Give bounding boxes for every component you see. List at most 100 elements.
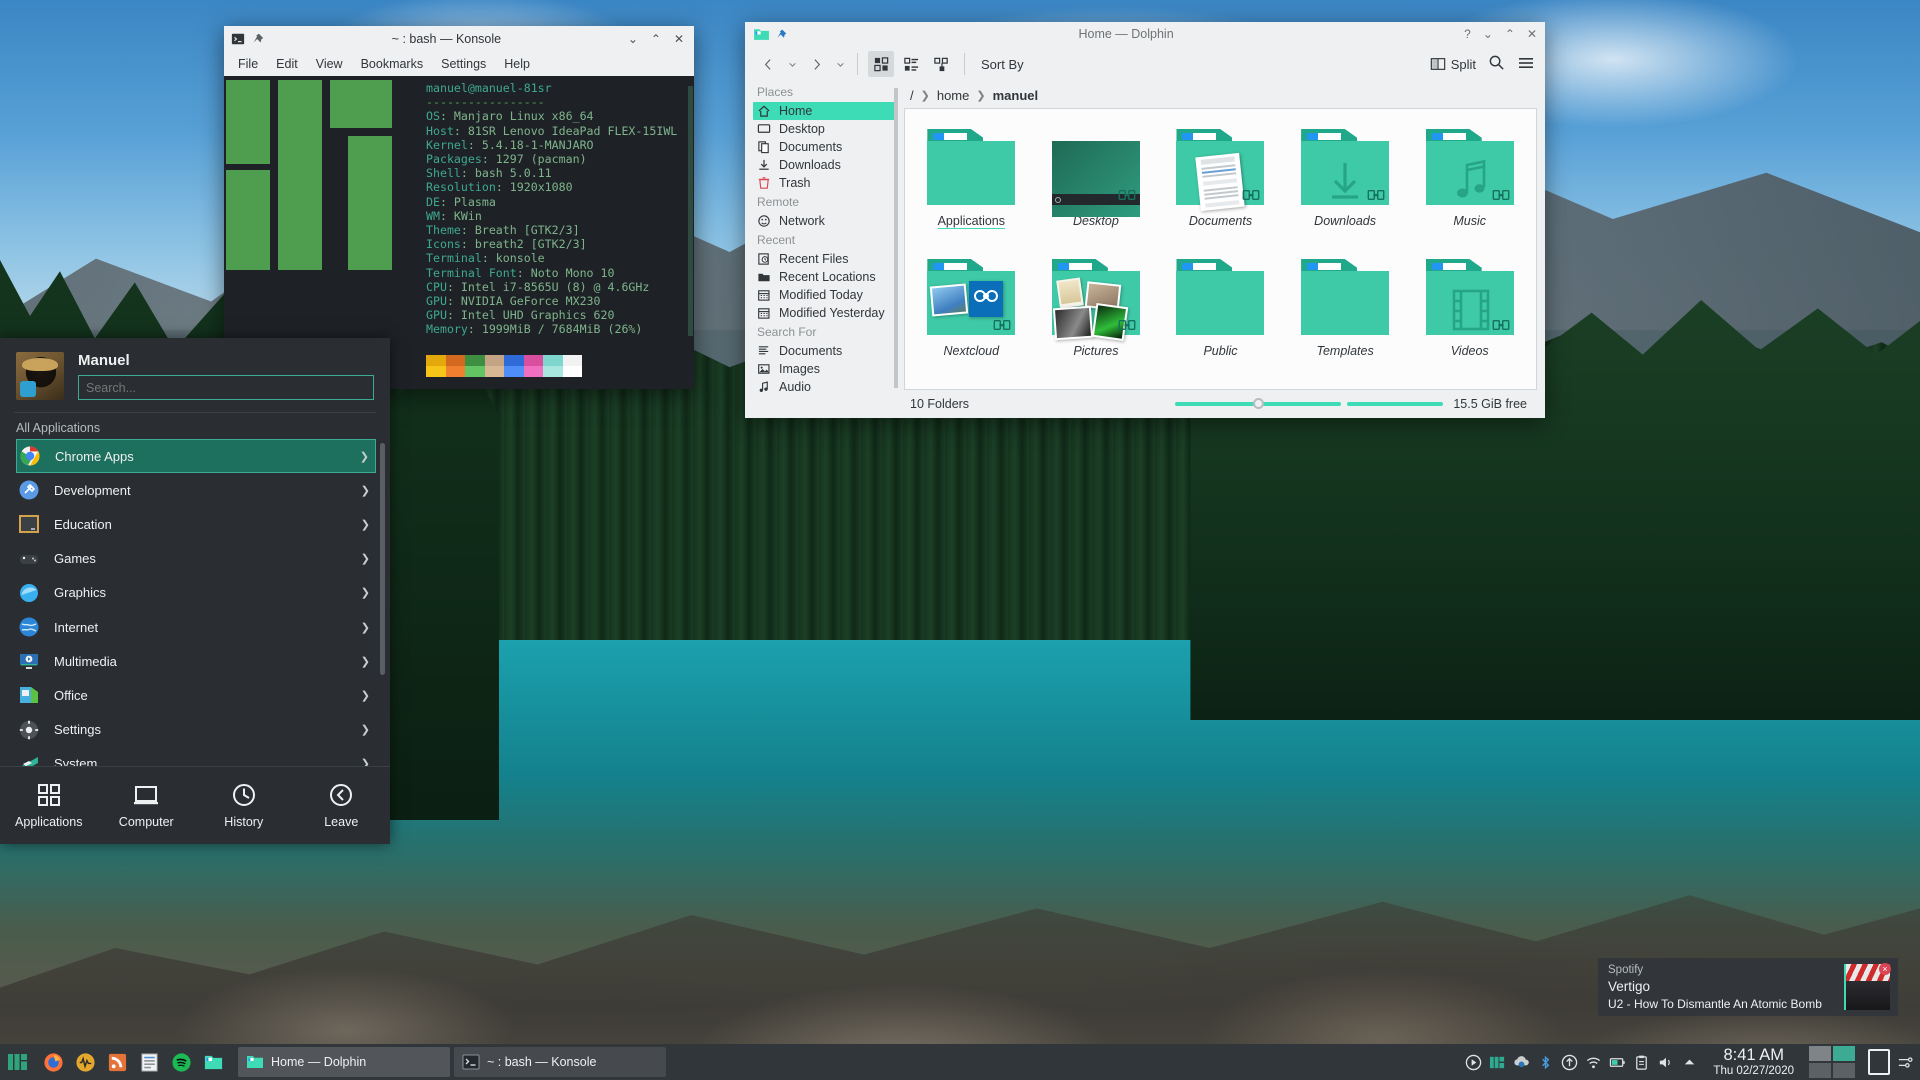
bluetooth-icon[interactable]	[1537, 1054, 1554, 1071]
dolphin-window[interactable]: Home — Dolphin ? ⌄ ⌃ ✕ Sort By Split Pla…	[745, 22, 1545, 418]
show-desktop-button[interactable]	[1868, 1049, 1890, 1075]
back-button[interactable]	[755, 51, 781, 77]
zoom-slider[interactable]	[1175, 398, 1342, 409]
application-launcher-menu[interactable]: Manuel All Applications Chrome Apps❯Deve…	[0, 338, 390, 844]
dolphin-help-button[interactable]: ?	[1464, 27, 1471, 41]
manjaro-icon[interactable]	[1489, 1054, 1506, 1071]
spotify-icon[interactable]	[166, 1047, 196, 1077]
places-item-images[interactable]: Images	[753, 360, 895, 378]
firefox-icon[interactable]	[38, 1047, 68, 1077]
breadcrumb[interactable]: / ❯ home ❯ manuel	[904, 82, 1537, 108]
places-item-documents[interactable]: Documents	[753, 342, 895, 360]
pager-desktop-1[interactable]	[1809, 1046, 1831, 1061]
launcher-category-graphics[interactable]: Graphics ❯	[16, 576, 376, 610]
hamburger-menu-button[interactable]	[1517, 54, 1535, 75]
dolphin-minimize-button[interactable]: ⌄	[1483, 27, 1493, 41]
zoom-slider-group[interactable]: 15.5 GiB free	[1175, 397, 1531, 411]
search-button[interactable]	[1488, 54, 1505, 74]
places-item-recent-files[interactable]: Recent Files	[753, 250, 895, 268]
launcher-category-settings[interactable]: Settings ❯	[16, 713, 376, 747]
konsole-minimize-button[interactable]: ⌄	[628, 32, 638, 46]
pager-desktop-3[interactable]	[1809, 1063, 1831, 1078]
places-item-documents[interactable]: Documents	[753, 138, 895, 156]
details-view-button[interactable]	[928, 51, 954, 77]
places-panel[interactable]: Places Home Desktop Documents Downloads Trash…	[745, 82, 900, 418]
pin-icon[interactable]	[251, 32, 265, 46]
folder-item[interactable]: Videos	[1407, 245, 1532, 375]
nextcloud-icon[interactable]	[1513, 1054, 1530, 1071]
launcher-category-system[interactable]: System ❯	[16, 747, 376, 766]
task-manager[interactable]: Home — Dolphin ~ : bash — Konsole	[238, 1047, 666, 1077]
folder-item[interactable]: Applications	[909, 115, 1034, 245]
places-item-home[interactable]: Home	[753, 102, 895, 120]
clipboard-icon[interactable]	[1633, 1054, 1650, 1071]
breadcrumb-root[interactable]: /	[910, 88, 914, 103]
dolphin-titlebar[interactable]: Home — Dolphin ? ⌄ ⌃ ✕	[745, 22, 1545, 46]
pin-icon[interactable]	[775, 28, 788, 41]
launcher-scrollbar[interactable]	[380, 443, 385, 675]
launcher-category-internet[interactable]: Internet ❯	[16, 610, 376, 644]
category-list[interactable]: Chrome Apps ❯ Development ❯ Education ❯ Games ❯…	[0, 439, 390, 766]
dolphin-toolbar[interactable]: Sort By Split	[745, 46, 1545, 82]
launcher-tab-applications[interactable]: Applications	[0, 767, 98, 844]
sort-by-button[interactable]: Sort By	[981, 57, 1024, 72]
places-item-modified-yesterday[interactable]: Modified Yesterday	[753, 304, 895, 322]
notification-close-button[interactable]: ×	[1879, 963, 1891, 975]
virtual-desktop-pager[interactable]	[1809, 1046, 1855, 1078]
wifi-icon[interactable]	[1585, 1054, 1602, 1071]
system-tray[interactable]: 8:41 AM Thu 02/27/2020	[1465, 1046, 1920, 1078]
places-item-trash[interactable]: Trash	[753, 174, 895, 192]
notification-popup[interactable]: Spotify Vertigo U2 - How To Dismantle An…	[1598, 958, 1898, 1016]
launcher-category-education[interactable]: Education ❯	[16, 507, 376, 541]
places-item-audio[interactable]: Audio	[753, 378, 895, 396]
zoom-slider-handle[interactable]	[1253, 398, 1265, 409]
battery-icon[interactable]	[1609, 1054, 1626, 1071]
konsole-close-button[interactable]: ✕	[674, 32, 684, 46]
back-history-dropdown[interactable]	[785, 51, 799, 77]
places-scrollbar[interactable]	[894, 88, 898, 388]
dolphin-launcher-icon[interactable]	[198, 1047, 228, 1077]
volume-icon[interactable]	[1657, 1054, 1674, 1071]
menu-file[interactable]: File	[238, 57, 258, 71]
dolphin-close-button[interactable]: ✕	[1527, 27, 1537, 41]
folder-item[interactable]: Public	[1158, 245, 1283, 375]
forward-button[interactable]	[803, 51, 829, 77]
quick-launch-bar[interactable]	[36, 1047, 228, 1077]
launcher-tab-history[interactable]: History	[195, 767, 293, 844]
task-button[interactable]: ~ : bash — Konsole	[454, 1047, 666, 1077]
pager-desktop-2[interactable]	[1833, 1046, 1855, 1061]
taskbar-panel[interactable]: Home — Dolphin ~ : bash — Konsole 8:41 AM…	[0, 1044, 1920, 1080]
launcher-category-games[interactable]: Games ❯	[16, 542, 376, 576]
konsole-window[interactable]: ~ : bash — Konsole ⌄ ⌃ ✕ File Edit View …	[224, 26, 694, 389]
show-hidden-icon[interactable]	[1681, 1054, 1698, 1071]
avatar[interactable]	[16, 352, 64, 400]
folder-item[interactable]: Templates	[1283, 245, 1408, 375]
places-item-desktop[interactable]: Desktop	[753, 120, 895, 138]
search-input[interactable]	[78, 375, 374, 400]
folder-item[interactable]: Music	[1407, 115, 1532, 245]
folder-item[interactable]: Pictures	[1034, 245, 1159, 375]
updates-icon[interactable]	[1561, 1054, 1578, 1071]
split-button[interactable]: Split	[1430, 56, 1476, 72]
panel-settings-icon[interactable]	[1897, 1054, 1914, 1071]
breadcrumb-home[interactable]: home	[937, 88, 970, 103]
folder-item[interactable]: Documents	[1158, 115, 1283, 245]
icons-view-button[interactable]	[868, 51, 894, 77]
launcher-tabs[interactable]: Applications Computer History Leave	[0, 766, 390, 844]
launcher-category-chrome-apps[interactable]: Chrome Apps ❯	[16, 439, 376, 474]
launcher-category-multimedia[interactable]: Multimedia ❯	[16, 644, 376, 678]
media-play-icon[interactable]	[1465, 1054, 1482, 1071]
menu-settings[interactable]: Settings	[441, 57, 486, 71]
folder-item[interactable]: Desktop	[1034, 115, 1159, 245]
menu-edit[interactable]: Edit	[276, 57, 298, 71]
file-grid-view[interactable]: Applications Desktop Documents Downloads Mus…	[904, 108, 1537, 390]
menu-bookmarks[interactable]: Bookmarks	[361, 57, 424, 71]
konsole-titlebar[interactable]: ~ : bash — Konsole ⌄ ⌃ ✕	[224, 26, 694, 52]
menu-view[interactable]: View	[316, 57, 343, 71]
application-launcher-button[interactable]	[0, 1044, 36, 1080]
feedreader-icon[interactable]	[102, 1047, 132, 1077]
folder-item[interactable]: Downloads	[1283, 115, 1408, 245]
launcher-tab-leave[interactable]: Leave	[293, 767, 391, 844]
texteditor-icon[interactable]	[134, 1047, 164, 1077]
places-item-recent-locations[interactable]: Recent Locations	[753, 268, 895, 286]
